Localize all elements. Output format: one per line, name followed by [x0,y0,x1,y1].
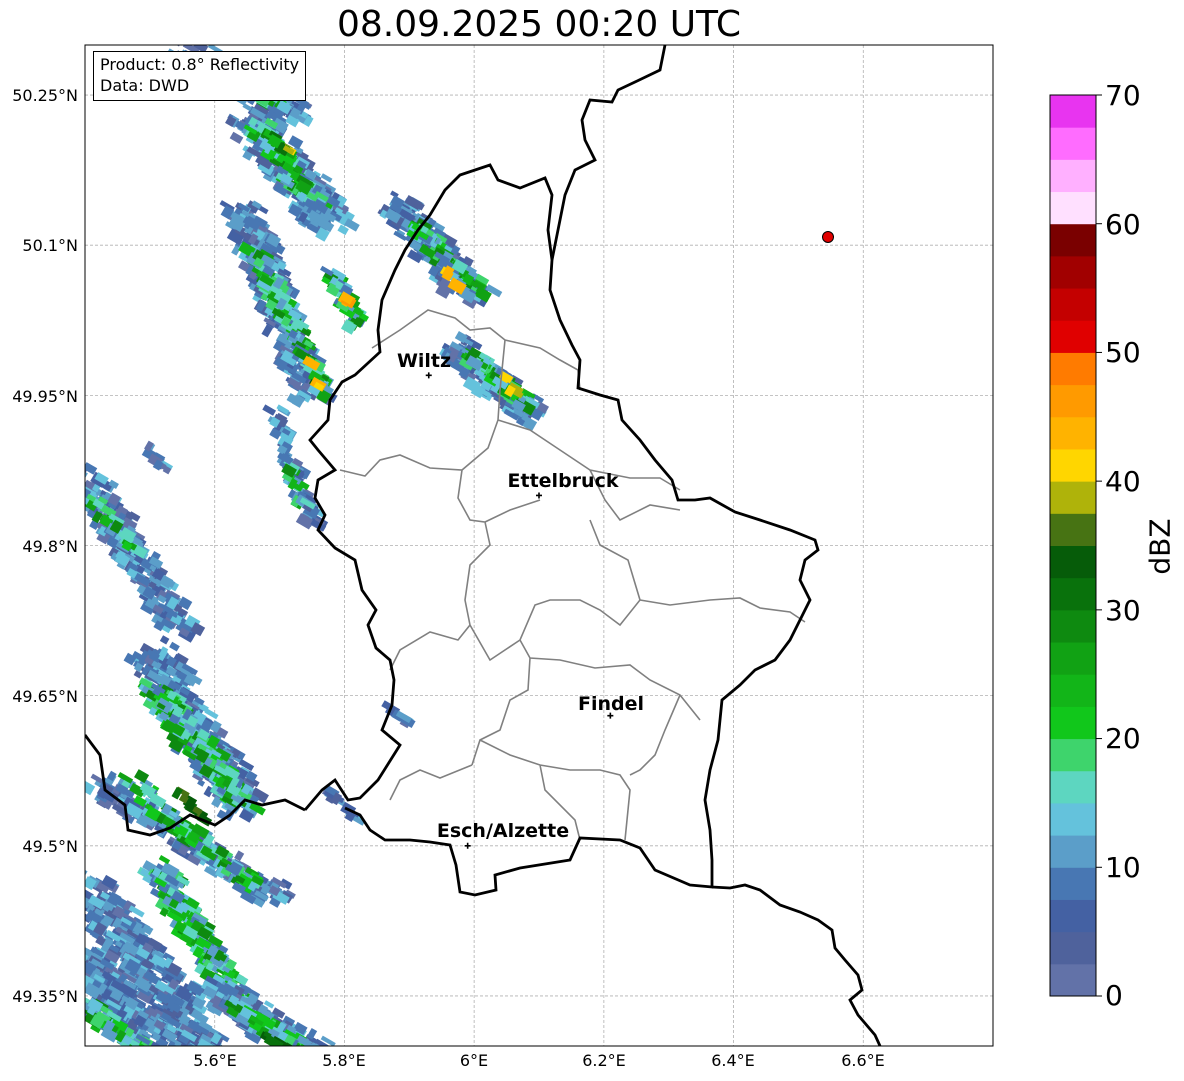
colorbar-bin [1050,674,1096,707]
colorbar-bin [1050,609,1096,643]
echo-pixel [72,880,84,891]
colorbar-bin [1050,738,1096,772]
city-label-esch-alzette: Esch/Alzette [436,820,570,842]
echo-pixel [70,472,82,485]
colorbar-bin [1050,963,1096,997]
echo-pixel [85,479,87,489]
echo-pixel [65,885,78,897]
colorbar-bin [1050,706,1096,740]
echo-pixel [63,891,77,902]
echo-pixel [73,877,85,887]
product-info-box: Product: 0.8° Reflectivity Data: DWD [93,51,307,101]
map-title: 08.09.2025 00:20 UTC [336,4,742,45]
colorbar-bin [1050,577,1096,611]
lat-tick: 49.8°N [22,537,78,556]
colorbar-bin [1050,835,1096,868]
colorbar-tick: 50 [1105,336,1141,369]
echo-pixel [284,1045,298,1046]
colorbar-tick: 20 [1105,722,1141,755]
colorbar-bin [1050,481,1096,514]
data-source-label: Data: DWD [100,76,190,95]
colorbar-bin [1050,513,1096,546]
echo-pixel [134,1045,146,1046]
colorbar-bin [1050,191,1096,225]
echo-pixel [279,1045,297,1046]
lat-tick: 49.5°N [22,837,78,856]
colorbar-tick: 30 [1105,594,1141,627]
colorbar-label: dBZ [1143,518,1177,575]
colorbar-tick: 70 [1105,79,1141,112]
radar-map [63,44,1102,1064]
echo-pixel [85,910,86,921]
product-label: Product: 0.8° Reflectivity [100,55,300,74]
colorbar-bin [1050,416,1096,450]
colorbar-tick: 40 [1105,465,1141,498]
echo-pixel [287,1047,296,1054]
echo-pixel [161,1048,170,1056]
city-label-wiltz: Wiltz [396,350,452,372]
echo-pixel [70,886,84,898]
colorbar-bin [1050,899,1096,933]
colorbar-bin [1050,159,1096,193]
lon-tick: 5.6°E [193,1051,237,1070]
echo-pixel [67,960,77,972]
echo-pixel [85,890,86,902]
colorbar-tick: 0 [1105,979,1123,1012]
echo-pixel [71,950,82,960]
city-label-ettelbruck: Ettelbruck [507,470,619,492]
lon-tick: 6.2°E [582,1051,626,1070]
lat-tick: 50.1°N [22,236,78,255]
colorbar-tick: 10 [1105,851,1141,884]
colorbar-bin [1050,802,1096,836]
lon-tick: 6.4°E [711,1051,755,1070]
colorbar-bin [1050,545,1096,579]
colorbar-bin [1050,255,1096,289]
colorbar-bin [1050,770,1096,804]
lat-tick: 49.95°N [12,387,78,406]
colorbar-bin [1050,95,1096,128]
lat-tick: 49.35°N [12,987,78,1006]
echo-pixel [66,896,76,907]
lat-tick: 50.25°N [12,86,78,105]
colorbar-tick: 60 [1105,208,1141,241]
colorbar-bin [1050,642,1096,675]
colorbar [1049,94,1102,997]
lon-tick: 6°E [459,1051,489,1070]
colorbar-bin [1050,352,1096,386]
colorbar-bin [1050,384,1096,418]
city-label-findel: Findel [577,693,645,715]
colorbar-bin [1050,448,1096,482]
lat-tick: 49.65°N [12,687,78,706]
echo-pixel [66,942,83,957]
echo-pixel [73,946,83,954]
echo-pixel [85,953,86,964]
colorbar-bin [1050,320,1096,353]
lon-tick: 5.8°E [322,1051,366,1070]
colorbar-bin [1050,127,1096,160]
echo-pixel [284,1045,298,1046]
colorbar-bin [1050,288,1096,321]
echo-pixel [85,953,86,962]
lon-tick: 6.6°E [841,1051,885,1070]
colorbar-bin [1050,931,1096,965]
echo-pixel [70,898,80,909]
echo-pixel [142,1054,155,1064]
echo-pixel [64,883,80,897]
echo-pixel [75,887,85,897]
echo-pixel [66,463,83,477]
echo-pixel [143,1050,155,1060]
radar-site-marker [822,231,834,243]
colorbar-bin [1050,223,1096,257]
colorbar-bin [1050,867,1096,900]
